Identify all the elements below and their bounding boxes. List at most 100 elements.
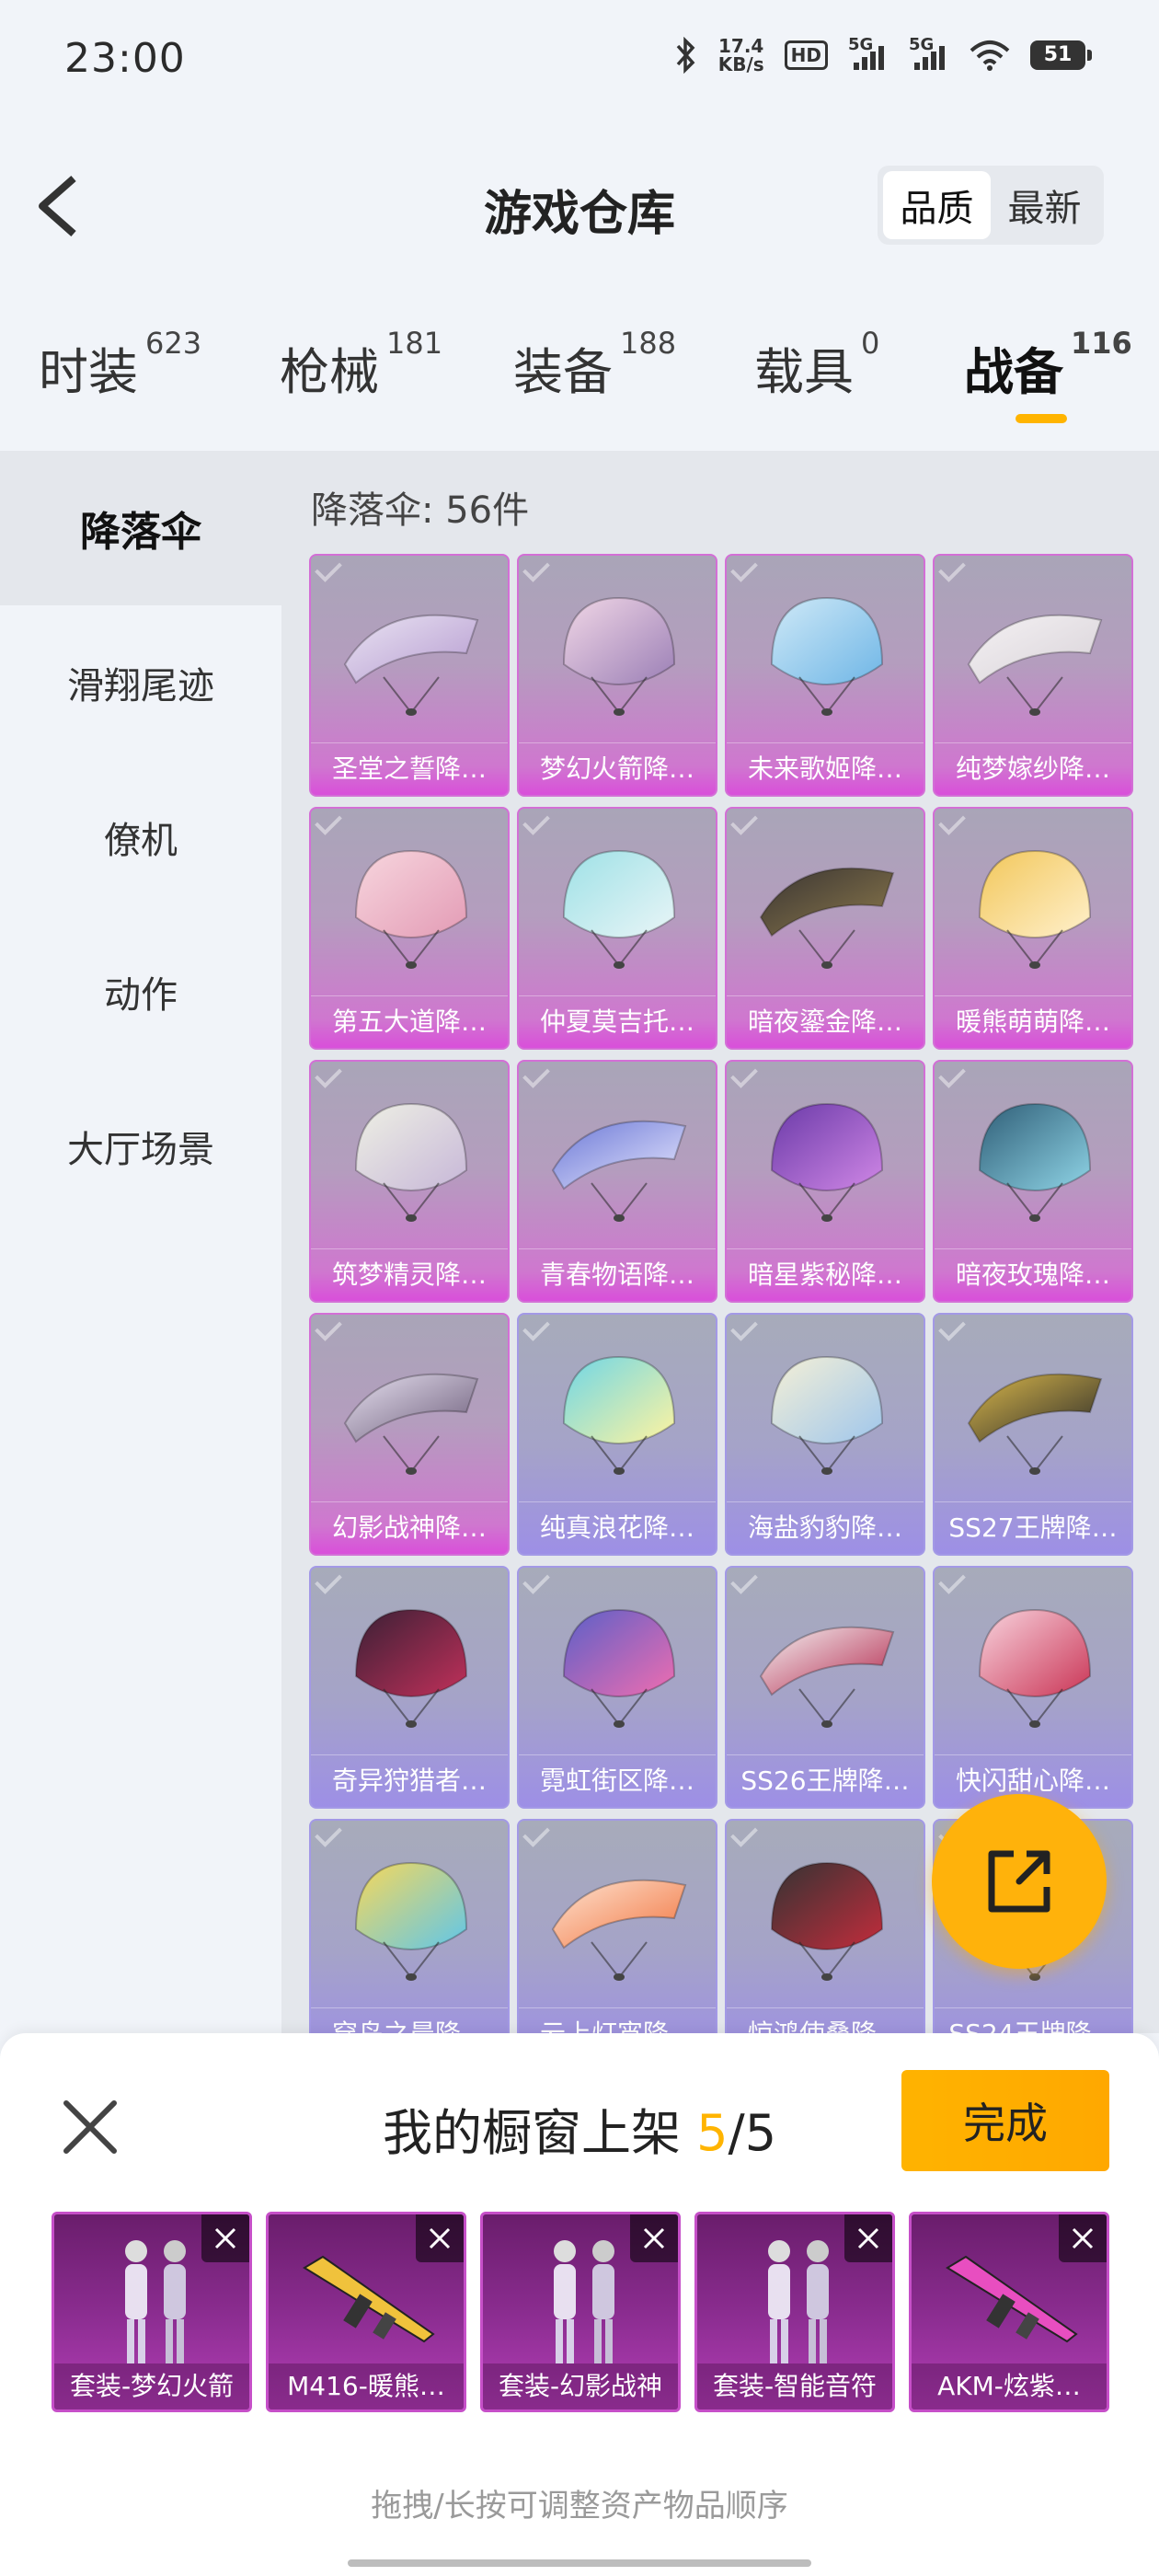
item-card[interactable]: 暗夜玫瑰降… [933, 1060, 1133, 1303]
sidebar-item-wingman[interactable]: 僚机 [0, 760, 281, 914]
wifi-icon [970, 40, 1010, 71]
remove-item-button[interactable] [630, 2214, 678, 2262]
item-card[interactable]: 纯梦嫁纱降… [933, 554, 1133, 797]
remove-item-button[interactable] [1059, 2214, 1107, 2262]
showcase-item-name: 套装-幻影战神 [483, 2363, 678, 2409]
item-card[interactable]: 暖熊萌萌降… [933, 807, 1133, 1050]
sort-newest-button[interactable]: 最新 [991, 171, 1098, 239]
showcase-slot[interactable]: 套装-梦幻火箭 [52, 2212, 252, 2412]
item-name: 圣堂之誓降… [311, 742, 508, 795]
parachute-icon [967, 614, 1103, 716]
selection-check-icon [315, 809, 342, 835]
parachute-icon [759, 867, 895, 969]
parachute-icon [551, 1120, 687, 1222]
showcase-slot[interactable]: 套装-幻影战神 [480, 2212, 681, 2412]
showcase-slot[interactable]: 套装-智能音符 [694, 2212, 895, 2412]
item-card[interactable]: 奇异狩猎者… [309, 1566, 510, 1809]
close-icon [857, 2227, 879, 2249]
item-card[interactable]: 暗夜鎏金降… [725, 807, 925, 1050]
tab-firearms[interactable]: 枪械 181 [280, 326, 442, 404]
item-card[interactable]: 海盐豹豹降… [725, 1313, 925, 1556]
parachute-icon [759, 1626, 895, 1728]
close-icon [214, 2227, 236, 2249]
item-card[interactable]: SS26王牌降… [725, 1566, 925, 1809]
item-card[interactable]: 快闪甜心降… [933, 1566, 1133, 1809]
parachute-icon [354, 849, 468, 969]
item-name: 暖熊萌萌降… [935, 995, 1131, 1048]
done-button[interactable]: 完成 [901, 2070, 1109, 2171]
network-speed: 17.4 KB/s [717, 35, 764, 75]
item-name: 霓虹街区降… [519, 1754, 716, 1807]
parachute-icon [551, 1879, 687, 1981]
selection-check-icon [522, 1315, 550, 1341]
item-card[interactable]: SS27王牌降… [933, 1313, 1133, 1556]
item-card[interactable]: 第五大道降… [309, 807, 510, 1050]
tab-equipment[interactable]: 装备 188 [513, 326, 676, 404]
item-name: SS24王牌降… [935, 2007, 1131, 2033]
parachute-icon [354, 1102, 468, 1222]
selection-check-icon [730, 1315, 758, 1341]
item-name: 云上灯宵降… [519, 2007, 716, 2033]
selection-check-icon [730, 1568, 758, 1594]
close-icon [1072, 2227, 1094, 2249]
item-card[interactable]: 幻影战神降… [309, 1313, 510, 1556]
selection-check-icon [522, 1568, 550, 1594]
parachute-icon [978, 1102, 1092, 1222]
parachute-icon [354, 1861, 468, 1981]
parachute-icon [978, 849, 1092, 969]
selection-check-icon [522, 809, 550, 835]
sidebar-item-lobby-scene[interactable]: 大厅场景 [0, 1069, 281, 1224]
parachute-icon [562, 1355, 676, 1475]
remove-item-button[interactable] [844, 2214, 892, 2262]
sidebar: 降落伞 滑翔尾迹 僚机 动作 大厅场景 [0, 451, 281, 2033]
status-icons: 17.4 KB/s HD 5G 5G 51 [674, 35, 1092, 75]
reorder-hint: 拖拽/长按可调整资产物品顺序 [371, 2488, 788, 2524]
parachute-icon [770, 1861, 884, 1981]
selection-check-icon [938, 1315, 966, 1341]
showcase-item-name: AKM-炫紫… [912, 2363, 1107, 2409]
item-card[interactable]: 霓虹街区降… [517, 1566, 717, 1809]
remove-item-button[interactable] [416, 2214, 464, 2262]
close-icon [643, 2227, 665, 2249]
parachute-icon [770, 1355, 884, 1475]
active-tab-indicator [1016, 414, 1067, 423]
selection-check-icon [315, 556, 342, 582]
parachute-icon [770, 596, 884, 716]
item-card[interactable]: 未来歌姬降… [725, 554, 925, 797]
item-card[interactable]: 圣堂之誓降… [309, 554, 510, 797]
selection-check-icon [938, 556, 966, 582]
share-button[interactable] [932, 1794, 1107, 1969]
item-card[interactable]: 筑梦精灵降… [309, 1060, 510, 1303]
showcase-slot[interactable]: AKM-炫紫… [909, 2212, 1109, 2412]
sort-quality-button[interactable]: 品质 [883, 171, 991, 239]
showcase-slot[interactable]: M416-暖熊… [266, 2212, 466, 2412]
item-card[interactable]: 仲夏莫吉托… [517, 807, 717, 1050]
item-name: 奇异狩猎者… [311, 1754, 508, 1807]
item-card[interactable]: 纯真浪花降… [517, 1313, 717, 1556]
item-card[interactable]: 穿鸟之晨降… [309, 1819, 510, 2033]
sidebar-item-glide-trail[interactable]: 滑翔尾迹 [0, 605, 281, 760]
remove-item-button[interactable] [201, 2214, 249, 2262]
item-card[interactable]: 梦幻火箭降… [517, 554, 717, 797]
tab-vehicles[interactable]: 载具 0 [754, 326, 879, 404]
selection-check-icon [938, 809, 966, 835]
item-name: 梦幻火箭降… [519, 742, 716, 795]
item-name: SS27王牌降… [935, 1501, 1131, 1554]
tab-fashion[interactable]: 时装 623 [39, 326, 201, 404]
sidebar-item-emote[interactable]: 动作 [0, 914, 281, 1069]
item-card[interactable]: 青春物语降… [517, 1060, 717, 1303]
selection-check-icon [522, 556, 550, 582]
tab-battle-gear[interactable]: 战备 116 [964, 326, 1132, 404]
sidebar-item-parachute[interactable]: 降落伞 [0, 451, 281, 605]
item-card[interactable]: 云上灯宵降… [517, 1819, 717, 2033]
item-card[interactable]: 暗星紫秘降… [725, 1060, 925, 1303]
bluetooth-icon [676, 37, 695, 74]
item-name: 惊鸿使叠降… [727, 2007, 924, 2033]
selection-check-icon [730, 1821, 758, 1847]
item-name: 仲夏莫吉托… [519, 995, 716, 1048]
selection-check-icon [730, 556, 758, 582]
item-name: 海盐豹豹降… [727, 1501, 924, 1554]
parachute-icon [562, 849, 676, 969]
header: 游戏仓库 品质 最新 [0, 120, 1159, 304]
item-card[interactable]: 惊鸿使叠降… [725, 1819, 925, 2033]
